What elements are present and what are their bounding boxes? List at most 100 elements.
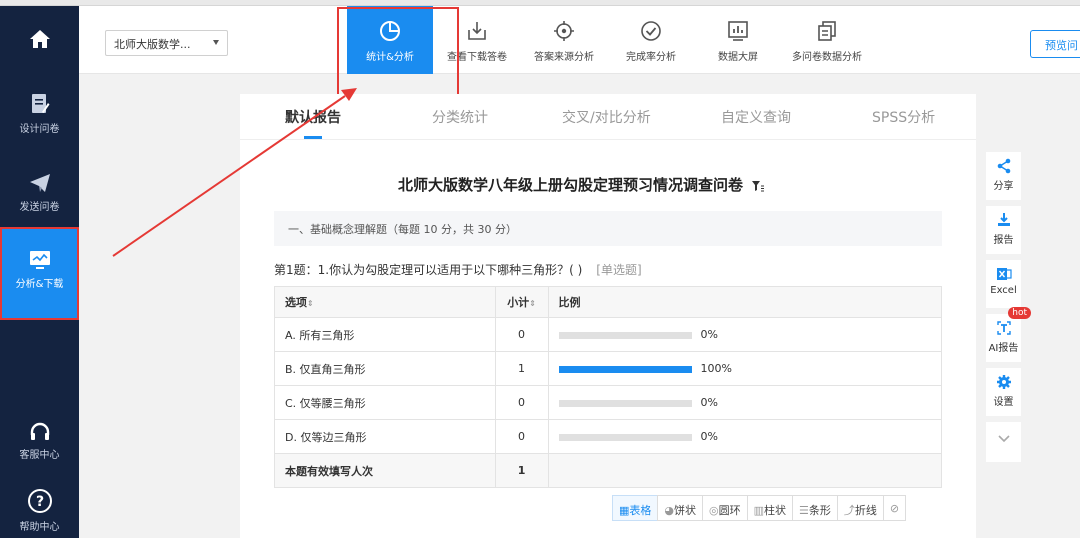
report-label: 报告 xyxy=(993,235,1014,246)
bar-chart-icon: ☰ xyxy=(799,504,809,517)
chart-type-table[interactable]: ▦表格 xyxy=(612,495,659,521)
question-text: 第1题：1.你认为勾股定理可以适用于以下哪种三角形？( ) xyxy=(274,263,583,277)
sidebar-item-label: 设计问卷 xyxy=(19,124,60,135)
tab-default-report[interactable]: 默认报告 xyxy=(285,107,341,127)
donut-icon: ◎ xyxy=(709,504,719,517)
ai-report-button[interactable]: hot AI报告 xyxy=(986,307,1031,362)
excel-icon xyxy=(996,268,1012,280)
ratio-label: 0% xyxy=(700,396,718,409)
progress-bar xyxy=(558,399,692,407)
sidebar-item-label: 发送问卷 xyxy=(19,202,60,213)
total-label: 本题有效填写人次 xyxy=(274,453,496,488)
edit-document-icon xyxy=(31,94,49,113)
option-cell: B. 仅直角三角形 xyxy=(274,351,496,386)
tab-cross-analysis[interactable]: 交叉/对比分析 xyxy=(562,107,651,127)
tool-multi-survey[interactable]: 多问卷数据分析 xyxy=(782,6,872,74)
report-content: 北师大版数学八年级上册勾股定理预习情况调查问卷 一、基础概念理解题（每题 10 … xyxy=(240,140,976,538)
table-icon: ▦ xyxy=(619,504,630,517)
tab-category-stats[interactable]: 分类统计 xyxy=(432,107,488,127)
download-report-icon xyxy=(997,213,1010,226)
survey-select-value: 北师大版数学... xyxy=(114,38,191,51)
sidebar: 设计问卷 发送问卷 分析&下载 客服中心 ? 帮助中心 xyxy=(0,6,79,538)
question-title: 第1题：1.你认为勾股定理可以适用于以下哪种三角形？( ) [单选题] xyxy=(274,261,642,278)
column-header-count[interactable]: 小计⇕ xyxy=(494,286,549,318)
help-circle-icon: ? xyxy=(27,489,52,513)
column-header-option[interactable]: 选项⇕ xyxy=(274,286,496,318)
ratio-label: 0% xyxy=(700,328,718,341)
column-header-ratio: 比例 xyxy=(547,286,943,318)
monitor-chart-icon xyxy=(29,251,50,269)
progress-bar xyxy=(558,331,692,339)
ratio-cell: 100% xyxy=(547,351,943,386)
settings-label: 设置 xyxy=(993,397,1014,408)
tool-completion-rate[interactable]: 完成率分析 xyxy=(608,6,694,74)
survey-title: 北师大版数学八年级上册勾股定理预习情况调查问卷 xyxy=(398,174,765,195)
question-type: [单选题] xyxy=(596,263,642,277)
disable-icon: ⊘ xyxy=(889,502,900,515)
dashboard-icon xyxy=(728,21,748,41)
tool-answer-source[interactable]: 答案来源分析 xyxy=(521,6,607,74)
table-row: B. 仅直角三角形 1 100% xyxy=(274,351,943,386)
tool-label: 数据大屏 xyxy=(718,52,758,63)
preview-label: 预览问 xyxy=(1045,39,1078,52)
tab-spss[interactable]: SPSS分析 xyxy=(872,107,935,127)
count-cell: 1 xyxy=(494,351,549,386)
ai-report-label: AI报告 xyxy=(988,343,1019,354)
ratio-cell: 0% xyxy=(547,419,943,454)
headset-icon xyxy=(30,422,49,440)
check-circle-icon xyxy=(641,21,661,41)
chart-type-donut[interactable]: ◎圆环 xyxy=(702,495,748,521)
sidebar-item-analysis[interactable]: 分析&下载 xyxy=(0,227,79,320)
tool-data-screen[interactable]: 数据大屏 xyxy=(695,6,781,74)
sidebar-item-label: 帮助中心 xyxy=(19,522,60,533)
sidebar-item-send[interactable]: 发送问卷 xyxy=(0,172,79,222)
count-cell: 0 xyxy=(494,317,549,352)
chart-type-disable[interactable]: ⊘ xyxy=(882,495,907,521)
filter-icon[interactable] xyxy=(751,180,765,192)
total-count: 1 xyxy=(494,453,549,488)
tab-custom-query[interactable]: 自定义查询 xyxy=(721,107,791,127)
ratio-label: 100% xyxy=(700,362,732,375)
section-header: 一、基础概念理解题（每题 10 分，共 30 分） xyxy=(274,211,942,246)
progress-bar xyxy=(558,365,692,373)
progress-bar xyxy=(558,433,692,441)
preview-button[interactable]: 预览问 xyxy=(1030,30,1080,58)
highlight-box xyxy=(337,7,459,96)
copy-documents-icon xyxy=(818,21,836,41)
excel-label: Excel xyxy=(990,285,1017,296)
share-label: 分享 xyxy=(993,181,1014,192)
chart-type-line[interactable]: ⤴折线 xyxy=(836,495,884,521)
collapse-button[interactable] xyxy=(986,422,1021,462)
sidebar-item-help[interactable]: ? 帮助中心 xyxy=(0,488,79,534)
ratio-cell: 0% xyxy=(547,385,943,420)
share-icon xyxy=(997,158,1010,174)
sidebar-item-support[interactable]: 客服中心 xyxy=(0,422,79,462)
tool-label: 答案来源分析 xyxy=(534,52,594,63)
sidebar-item-home[interactable] xyxy=(0,28,79,64)
option-cell: A. 所有三角形 xyxy=(274,317,496,352)
excel-button[interactable]: Excel xyxy=(986,260,1021,308)
home-icon xyxy=(29,30,50,48)
line-chart-icon: ⤴ xyxy=(843,504,855,517)
settings-button[interactable]: 设置 xyxy=(986,368,1021,416)
pie-icon: ◕ xyxy=(664,504,675,517)
table-header-row: 选项⇕ 小计⇕ 比例 xyxy=(274,286,943,318)
stats-table: 选项⇕ 小计⇕ 比例 A. 所有三角形 0 0% B. 仅直角三角形 1 100… xyxy=(274,286,943,488)
share-button[interactable]: 分享 xyxy=(986,152,1021,200)
tool-label: 多问卷数据分析 xyxy=(792,52,862,63)
target-icon xyxy=(554,21,574,41)
svg-text:?: ? xyxy=(35,494,43,510)
sidebar-item-design[interactable]: 设计问卷 xyxy=(0,92,79,142)
paper-plane-icon xyxy=(29,174,50,192)
survey-select[interactable]: 北师大版数学... xyxy=(105,30,228,56)
chart-type-pie[interactable]: ◕饼状 xyxy=(657,495,704,521)
chart-type-column[interactable]: ▥柱状 xyxy=(746,495,794,521)
chart-type-bar[interactable]: ☰条形 xyxy=(792,495,838,521)
chevron-down-icon xyxy=(213,40,219,45)
sort-icon: ⇕ xyxy=(307,299,314,308)
header-toolbar: 北师大版数学... 统计&分析 查看下载答卷 答案来源分析 完成率分析 数据大屏… xyxy=(79,6,1080,74)
report-button[interactable]: 报告 xyxy=(986,206,1021,254)
chevron-down-icon xyxy=(997,435,1010,443)
option-cell: C. 仅等腰三角形 xyxy=(274,385,496,420)
tool-label: 完成率分析 xyxy=(626,52,676,63)
